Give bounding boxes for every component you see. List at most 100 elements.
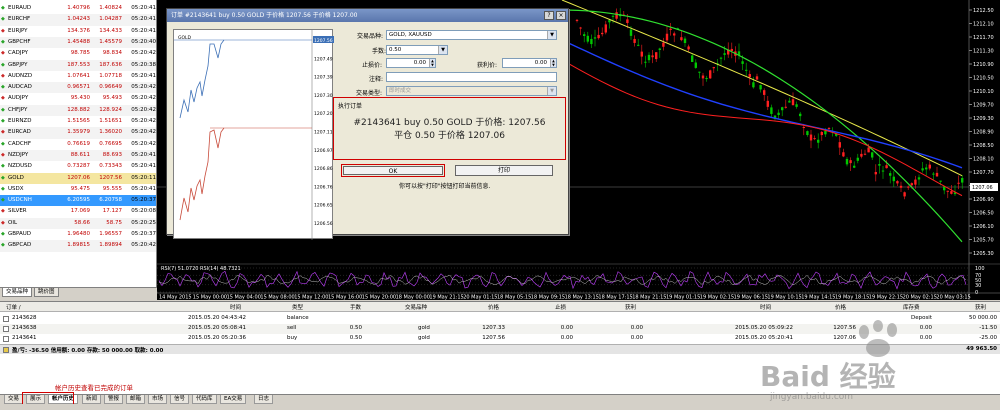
market-watch-row[interactable]: ◆ CADJPY 98.785 98.834 05:20:42 xyxy=(0,48,156,59)
market-watch-row[interactable]: ◆ OIL 58.66 58.75 05:20:25 xyxy=(0,217,156,229)
col-symbol[interactable]: 交易品种 xyxy=(405,303,427,311)
cell-tp: 0.00 xyxy=(630,325,643,331)
tab-symbols[interactable]: 交易品种 xyxy=(2,288,33,297)
candle-body xyxy=(820,131,823,136)
watermark-text: Baid 经验 xyxy=(760,360,896,393)
symbol-name: USDCNH xyxy=(8,197,32,204)
bid-price: 1.96480 xyxy=(67,231,90,237)
candle-body xyxy=(871,152,874,158)
bid-price: 0.73287 xyxy=(67,163,90,170)
help-button[interactable]: ? xyxy=(544,11,554,20)
close-icon[interactable]: × xyxy=(556,11,566,20)
ok-button[interactable]: OK xyxy=(341,164,445,177)
time-label: 20 May 02:15 xyxy=(903,295,937,301)
tab-9[interactable]: EA交易 xyxy=(220,395,247,404)
mini-price-label: 1207.20 xyxy=(314,111,333,117)
col-tp[interactable]: 获利 xyxy=(625,303,636,311)
tab-0[interactable]: 交易 xyxy=(4,395,24,404)
col-close-time[interactable]: 时间 xyxy=(760,303,771,311)
stop-loss-input[interactable]: 0.00 ▲ ▼ xyxy=(386,58,436,68)
candle-body xyxy=(939,180,942,182)
market-watch-row[interactable]: ◆ GOLD 1207.06 1207.56 05:20:11 xyxy=(0,172,156,184)
candle-body xyxy=(712,67,715,69)
chevron-down-icon[interactable]: ▼ xyxy=(547,31,556,39)
volume-select[interactable]: 0.50 ▼ xyxy=(386,45,448,55)
symbol-select[interactable]: GOLD, XAUUSD ▼ xyxy=(386,30,557,40)
take-profit-input[interactable]: 0.00 ▲ ▼ xyxy=(502,58,557,68)
col-order[interactable]: 订单 / xyxy=(6,303,21,311)
market-watch-row[interactable]: ◆ EURCHF 1.04243 1.04287 05:20:41 xyxy=(0,14,156,26)
execution-result-box: 执行订单 #2143641 buy 0.50 GOLD 于价格: 1207.56… xyxy=(333,97,566,160)
market-watch-row[interactable]: ◆ AUDCAD 0.96571 0.96649 05:20:42 xyxy=(0,82,156,94)
mini-price-label: 1206.76 xyxy=(314,184,333,190)
col-swap[interactable]: 库存费 xyxy=(903,303,920,311)
candle-body xyxy=(806,131,809,136)
candle-body xyxy=(719,57,723,59)
candle-body xyxy=(946,190,949,192)
rsi-indicator-label: RSI(7) 51.0720 RSI(14) 48.7321 xyxy=(161,266,241,272)
cell-type: buy xyxy=(287,335,298,341)
ask-price: 6.20758 xyxy=(99,197,122,204)
chevron-down-icon[interactable]: ▼ xyxy=(438,46,447,54)
market-watch-row[interactable]: ◆ EURCAD 1.35979 1.36020 05:20:42 xyxy=(0,127,156,139)
col-price[interactable]: 价格 xyxy=(488,303,499,311)
col-profit[interactable]: 获利 xyxy=(975,303,986,311)
market-watch-row[interactable]: ◆ AUDJPY 95.430 95.493 05:20:42 xyxy=(0,93,156,104)
total-summary: 盈/亏: -36.50 信用额: 0.00 存款: 50 000.00 取款: … xyxy=(12,348,164,354)
market-watch-row[interactable]: ◆ USDCNH 6.20595 6.20758 05:20:37 xyxy=(0,195,156,207)
tab-7[interactable]: 信号 xyxy=(170,395,190,404)
cell-sl: 0.00 xyxy=(560,325,573,331)
market-watch-row[interactable]: ◆ NZDJPY 88.611 88.693 05:20:41 xyxy=(0,149,156,162)
candle-body xyxy=(892,176,895,182)
market-watch-row[interactable]: ◆ CADCHF 0.76619 0.76695 05:20:42 xyxy=(0,139,156,150)
candle-body xyxy=(701,75,705,79)
market-watch-row[interactable]: ◆ EURJPY 134.376 134.433 05:20:41 xyxy=(0,26,156,37)
market-watch-row[interactable]: ◆ SILVER 17.069 17.127 05:20:08 xyxy=(0,206,156,217)
market-watch-row[interactable]: ◆ EURNZD 1.51565 1.51651 05:20:42 xyxy=(0,116,156,127)
market-watch-row[interactable]: ◆ GBPAUD 1.96480 1.96557 05:20:37 xyxy=(0,229,156,240)
ask-price: 187.636 xyxy=(99,61,122,68)
price-label: 1207.70 xyxy=(973,170,994,176)
spinner-icon[interactable]: ▲ ▼ xyxy=(550,59,556,67)
col-close-price[interactable]: 价格 xyxy=(835,303,846,311)
arrow-up-icon: ◆ xyxy=(1,84,5,91)
market-watch-row[interactable]: ◆ GBPCAD 1.89815 1.89894 05:20:42 xyxy=(0,240,156,252)
tab-3[interactable]: 新闻 xyxy=(82,395,102,404)
cell-type: balance xyxy=(287,315,309,321)
candle-body xyxy=(766,100,769,107)
candle-body xyxy=(842,152,845,157)
market-watch-row[interactable]: ◆ GBPCHF 1.45488 1.45579 05:20:40 xyxy=(0,36,156,49)
tab-8[interactable]: 代码库 xyxy=(192,395,217,404)
quote-time: 05:20:40 xyxy=(131,38,156,45)
tab-tick-chart[interactable]: 跳价图 xyxy=(34,288,59,297)
market-watch-row[interactable]: ◆ CHFJPY 128.882 128.924 05:20:42 xyxy=(0,104,156,116)
price-label: 1212.10 xyxy=(973,22,994,28)
order-icon xyxy=(3,326,9,332)
col-sl[interactable]: 止损 xyxy=(555,303,566,311)
order-type-value: 即时成交 xyxy=(389,88,412,94)
col-open-time[interactable]: 时间 xyxy=(230,303,241,311)
symbol-name: NZDUSD xyxy=(8,163,32,170)
symbol-name: EURJPY xyxy=(8,27,28,34)
tab-5[interactable]: 邮箱 xyxy=(126,395,146,404)
candle-body xyxy=(705,78,708,80)
spinner-icon[interactable]: ▲ ▼ xyxy=(429,59,435,67)
mini-tick-chart: GOLD 1207.56 1207.49 1207.39 1207.30 1207.20 1… xyxy=(173,29,334,240)
market-watch-row[interactable]: ◆ GBPJPY 187.553 187.636 05:20:38 xyxy=(0,59,156,71)
col-lots[interactable]: 手数 xyxy=(350,303,361,311)
cell-order: 2143628 xyxy=(12,315,37,321)
tab-10[interactable]: 日志 xyxy=(254,395,274,404)
time-label: 19 May 18:15 xyxy=(835,295,869,301)
comment-input[interactable] xyxy=(386,72,557,82)
print-button[interactable]: 打印 xyxy=(455,165,553,176)
cell-lots: 0.50 xyxy=(349,335,362,341)
market-watch-row[interactable]: ◆ USDX 95.475 95.555 05:20:41 xyxy=(0,184,156,195)
history-annotation: 帐户历史查看已完成的订单 xyxy=(55,384,133,392)
col-type[interactable]: 类型 xyxy=(292,303,303,311)
tab-6[interactable]: 市场 xyxy=(148,395,168,404)
market-watch-row[interactable]: ◆ AUDNZD 1.07641 1.07718 05:20:41 xyxy=(0,71,156,82)
tab-4[interactable]: 警报 xyxy=(104,395,124,404)
time-label: 15 May 16:00 xyxy=(328,295,362,301)
market-watch-row[interactable]: ◆ NZDUSD 0.73287 0.73343 05:20:41 xyxy=(0,161,156,172)
market-watch-row[interactable]: ◆ EURAUD 1.40796 1.40824 05:20:41 xyxy=(0,3,156,14)
